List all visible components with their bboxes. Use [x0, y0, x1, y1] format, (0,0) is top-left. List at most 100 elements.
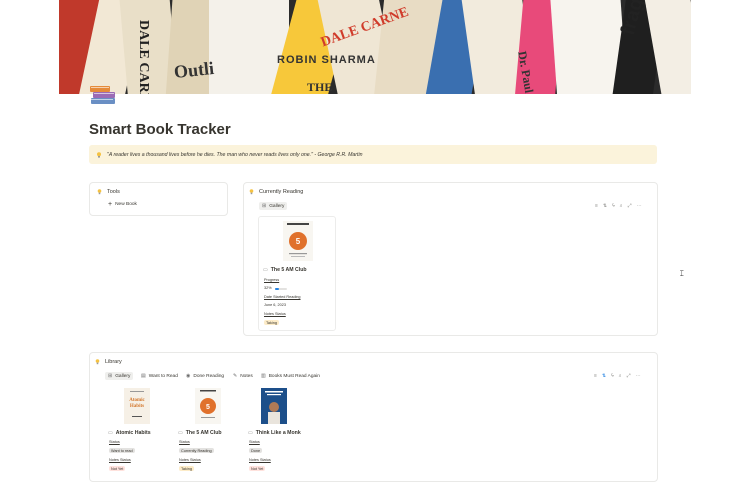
books-must-read-again-icon: ▥ — [261, 373, 266, 379]
new-book-label: New Book — [115, 202, 137, 207]
gallery-card[interactable]: ▭ Think Like a Monk Status Done Notes St… — [245, 388, 317, 478]
page-icon: ▭ — [178, 430, 183, 436]
notes-status-label: Notes Status — [264, 312, 286, 316]
card-title-text: The 5 AM Club — [270, 267, 307, 273]
gallery-card[interactable]: Atomic Habits ▭ Atomic Habits Status Wan… — [105, 388, 171, 478]
notes-status-tag: Taking — [179, 466, 194, 471]
book-cover-image: 5 — [195, 388, 221, 424]
lightbulb-icon — [249, 189, 254, 195]
status-tag: Currently Reading — [179, 448, 214, 453]
page-icon: ▭ — [248, 430, 253, 436]
card-title: ▭ Atomic Habits — [108, 430, 151, 436]
tab-done-reading[interactable]: ◉ Done Reading — [186, 373, 224, 379]
search-icon[interactable]: ⌕ — [619, 373, 622, 379]
date-started-value: June 6, 2023 — [264, 303, 286, 307]
tab-label: Gallery — [115, 373, 131, 379]
gallery-card[interactable]: 5 ▭ The 5 AM Club Progress 32% Date Star… — [258, 216, 336, 331]
cover-word: ROBIN SHARMA — [277, 54, 376, 66]
tab-books-must-read-again[interactable]: ▥ Books Must Read Again — [261, 373, 320, 379]
tools-title: Tools — [107, 189, 120, 195]
currently-reading-title: Currently Reading — [259, 189, 304, 195]
svg-text:Atomic: Atomic — [129, 398, 145, 403]
progress-fill — [275, 288, 279, 290]
page-icon: ▭ — [108, 430, 113, 436]
lightbulb-icon — [97, 151, 101, 158]
view-toolbar: ≡ ⇅ ϟ ⌕ ⤢ ⋯ — [595, 203, 642, 209]
notes-status-tag: Not Yet — [109, 466, 126, 471]
card-title-text: The 5 AM Club — [185, 430, 222, 436]
tab-gallery[interactable]: ⊞ Gallery — [259, 202, 288, 210]
filter-icon[interactable]: ≡ — [594, 373, 597, 379]
card-title: ▭ Think Like a Monk — [248, 430, 301, 436]
page-icon: ▭ — [263, 267, 268, 273]
card-title-text: Atomic Habits — [115, 430, 151, 436]
automation-icon[interactable]: ϟ — [612, 203, 615, 209]
expand-icon[interactable]: ⤢ — [628, 203, 632, 209]
gallery-card[interactable]: 5 ▭ The 5 AM Club Status Currently Readi… — [175, 388, 241, 478]
tab-label: Notes — [240, 373, 253, 379]
tools-heading: Tools — [97, 189, 120, 195]
tab-label: Done Reading — [193, 373, 225, 379]
done-reading-icon: ◉ — [186, 373, 191, 379]
more-icon[interactable]: ⋯ — [636, 373, 641, 379]
cover-word: THE — [307, 80, 333, 94]
cover-word: DALE CARNEGIE — [136, 20, 151, 94]
tab-gallery[interactable]: ⊞ Gallery — [105, 372, 134, 380]
library-title: Library — [105, 359, 122, 365]
notes-status-label: Notes Status — [179, 458, 201, 462]
status-label: Status — [109, 440, 120, 444]
cover-image: DALE CARNEGIE Outli ROBIN SHARMA THE DAL… — [59, 0, 691, 94]
library-panel: Library ⊞ Gallery ▤ Want to Read ◉ Done … — [89, 352, 658, 482]
view-toolbar: ≡ ⇅ ϟ ⌕ ⤢ ⋯ — [594, 373, 641, 379]
tab-label: Books Must Read Again — [268, 373, 320, 379]
date-started-label: Date Started Reading — [264, 295, 301, 299]
card-title-text: Think Like a Monk — [255, 430, 301, 436]
notes-status-label: Notes Status — [109, 458, 131, 462]
gallery-icon: ⊞ — [262, 203, 267, 209]
book-cover-image: Atomic Habits — [124, 388, 150, 424]
currently-reading-heading: Currently Reading — [249, 189, 303, 195]
book-cover-image: 5 — [283, 221, 313, 261]
text-cursor-icon: 𝙸 — [679, 269, 685, 278]
more-icon[interactable]: ⋯ — [637, 203, 642, 209]
status-label: Status — [249, 440, 260, 444]
tools-panel: Tools + New Book — [89, 182, 228, 216]
notes-status-label: Notes Status — [249, 458, 271, 462]
notes-icon: ✎ — [233, 373, 238, 379]
card-title: ▭ The 5 AM Club — [178, 430, 222, 436]
tab-label: Want to Read — [148, 373, 178, 379]
status-label: Status — [179, 440, 190, 444]
tab-gallery-label: Gallery — [269, 203, 285, 209]
svg-text:Habits: Habits — [130, 404, 144, 409]
filter-icon[interactable]: ≡ — [595, 203, 598, 209]
page-title: Smart Book Tracker — [89, 121, 231, 138]
quote-text: "A reader lives a thousand lives before … — [107, 151, 363, 158]
gallery-icon: ⊞ — [108, 373, 113, 379]
sort-icon[interactable]: ⇅ — [603, 203, 607, 209]
svg-text:5: 5 — [296, 237, 301, 246]
cover-word: Outli — [173, 57, 215, 83]
progress-label: Progress — [264, 278, 280, 282]
expand-icon[interactable]: ⤢ — [627, 373, 631, 379]
card-title: ▭ The 5 AM Club — [263, 267, 307, 273]
currently-reading-panel: Currently Reading ⊞ Gallery ≡ ⇅ ϟ ⌕ ⤢ ⋯ … — [243, 182, 658, 336]
plus-icon: + — [108, 201, 113, 208]
svg-text:5: 5 — [206, 404, 210, 411]
notes-status-tag: Taking — [264, 320, 279, 325]
status-tag: Want to read — [109, 448, 135, 453]
lightbulb-icon — [97, 189, 102, 195]
books-icon — [90, 86, 115, 104]
search-icon[interactable]: ⌕ — [620, 203, 623, 209]
tab-want-to-read[interactable]: ▤ Want to Read — [141, 373, 178, 379]
status-tag: Done — [249, 448, 263, 453]
automation-icon[interactable]: ϟ — [611, 373, 614, 379]
lightbulb-icon — [95, 359, 100, 365]
want-to-read-icon: ▤ — [141, 373, 146, 379]
book-cover-image — [261, 388, 287, 424]
notes-status-tag: Not Yet — [249, 466, 266, 471]
sort-icon[interactable]: ⇅ — [602, 373, 606, 379]
tab-notes[interactable]: ✎ Notes — [233, 373, 253, 379]
quote-callout: "A reader lives a thousand lives before … — [89, 145, 657, 164]
new-book-button[interactable]: + New Book — [108, 201, 137, 208]
progress-bar — [275, 288, 287, 290]
